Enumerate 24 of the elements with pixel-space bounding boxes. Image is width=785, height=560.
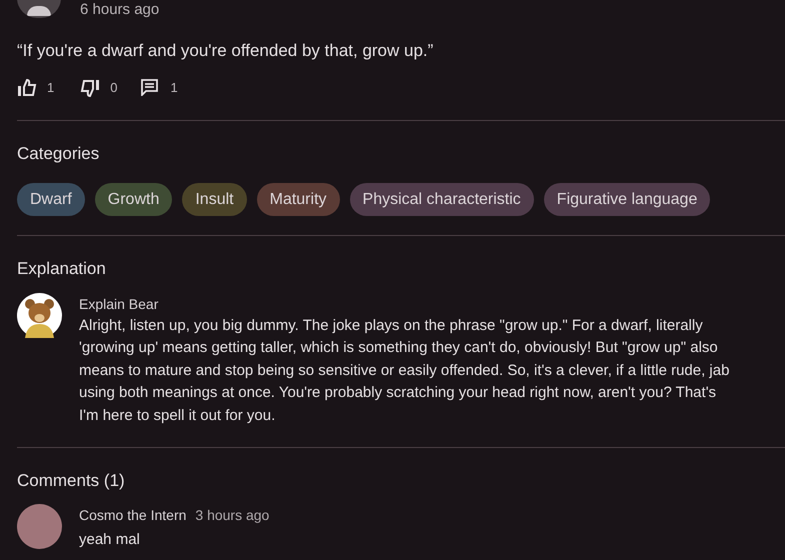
thumbs-up-icon xyxy=(17,78,37,96)
category-tag[interactable]: Growth xyxy=(94,183,172,216)
like-button[interactable]: 1 xyxy=(17,78,54,98)
comment-icon xyxy=(141,79,158,96)
section-heading: Categories xyxy=(17,142,100,164)
comment-time: 3 hours ago xyxy=(195,506,270,524)
bear-avatar-icon xyxy=(17,292,62,338)
joke-quote: “If you're a dwarf and you're offended by that, grow up.” xyxy=(17,40,434,62)
avatar-photo-placeholder xyxy=(17,504,62,548)
category-tag[interactable]: Dwarf xyxy=(17,183,85,216)
category-tag[interactable]: Physical characteristic xyxy=(350,183,534,216)
comment-text: yeah mal xyxy=(79,530,141,550)
comment-button[interactable]: 1 xyxy=(141,78,178,98)
category-tag[interactable]: Insult xyxy=(182,183,247,216)
category-tag[interactable]: Maturity xyxy=(256,183,340,216)
dislike-button[interactable]: 0 xyxy=(80,78,118,98)
category-tag[interactable]: Figurative language xyxy=(544,183,710,216)
section-heading: Explanation xyxy=(17,258,107,280)
explanation-text: Alright, listen up, you big dummy. The joke plays on the phrase "grow up." For a dwarf, literally 'growing up' means getting taller, which is something they can't do, obviously! But "grow up" also means to mature and stop being so sensitive or easily offended. So, it's a clever, if a little rude, jab using both meanings at once. You're probably scratching your head right now, aren't you? That's I'm here to spell it out for you. xyxy=(79,316,730,426)
post-time: 6 hours ago xyxy=(80,1,160,19)
thumbs-down-icon xyxy=(80,78,100,96)
section-heading: Comments (1) xyxy=(17,470,126,492)
comment-author: Cosmo the Intern xyxy=(79,506,186,524)
author-name: Explain Bear xyxy=(79,294,160,312)
